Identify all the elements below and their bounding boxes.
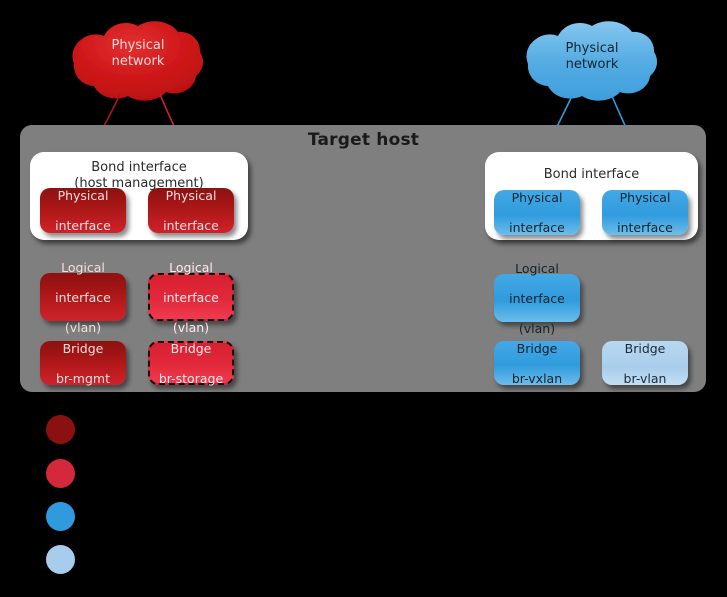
node-logical-vxlan-line3: (vlan) [518,320,556,336]
node-bridge-storage-line2: br-storage [158,370,224,386]
node-left-phys2-line2: interface [163,218,219,233]
node-logical-vxlan-line2: interface [509,290,565,306]
node-bridge-br-vxlan[interactable]: Bridge br-vxlan [494,340,580,386]
bond-right-label: Bond interface [485,167,698,183]
cloud-left-label: Physical network [70,38,206,70]
node-bridge-br-mgmt[interactable]: Bridge br-mgmt [40,340,126,386]
legend-swatch-storage [46,459,75,488]
cloud-left-label-line2: network [111,54,165,69]
node-bridge-mgmt-line1: Bridge [62,340,104,356]
node-bridge-br-storage[interactable]: Bridge br-storage [148,340,234,386]
cloud-right-label: Physical network [524,41,660,73]
page-title: Target host [307,130,420,150]
legend-swatch-host-management [46,415,75,444]
node-left-phys1-line1: Physical [57,188,109,203]
cloud-right-label-line1: Physical [565,41,619,56]
node-right-physical-interface-1[interactable]: Physical interface [494,190,580,235]
node-bridge-vxlan-line2: br-vxlan [511,370,563,386]
node-bridge-vlan-line2: br-vlan [623,370,667,386]
node-logical-storage-line3: (vlan) [172,319,210,335]
node-logical-interface-vxlan[interactable]: Logical interface (vlan) [494,261,580,336]
node-logical-mgmt-line1: Logical [61,259,105,275]
node-logical-mgmt-line3: (vlan) [64,319,102,335]
node-logical-vxlan-line1: Logical [515,260,559,276]
node-left-physical-interface-1[interactable]: Physical interface [40,188,126,233]
node-logical-storage-line1: Logical [169,259,213,275]
legend-swatch-vxlan [46,502,75,531]
node-bridge-mgmt-line2: br-mgmt [56,370,110,386]
node-logical-interface-mgmt[interactable]: Logical interface (vlan) [40,260,126,335]
node-bridge-br-vlan[interactable]: Bridge br-vlan [602,340,688,386]
node-left-phys2-line1: Physical [165,188,217,203]
legend-swatch-vlan [46,545,75,574]
node-logical-mgmt-line2: interface [55,289,111,305]
bond-left-label-line1: Bond interface [91,160,187,175]
node-bridge-vxlan-line1: Bridge [516,340,558,356]
cloud-right-label-line2: network [565,57,619,72]
cloud-left-label-line1: Physical [111,38,165,53]
node-left-physical-interface-2[interactable]: Physical interface [148,188,234,233]
node-right-phys1-line1: Physical [511,190,563,205]
node-right-phys1-line2: interface [509,220,565,235]
node-bridge-storage-line1: Bridge [170,340,212,356]
node-left-phys1-line2: interface [55,218,111,233]
node-logical-storage-line2: interface [163,289,219,305]
node-right-phys2-line1: Physical [619,190,671,205]
node-bridge-vlan-line1: Bridge [624,340,666,356]
node-logical-interface-storage[interactable]: Logical interface (vlan) [148,260,234,335]
node-right-physical-interface-2[interactable]: Physical interface [602,190,688,235]
diagram-canvas: Physical network Physical network Target… [0,0,727,597]
bond-right-label-line1: Bond interface [543,167,640,182]
node-right-phys2-line2: interface [617,220,673,235]
